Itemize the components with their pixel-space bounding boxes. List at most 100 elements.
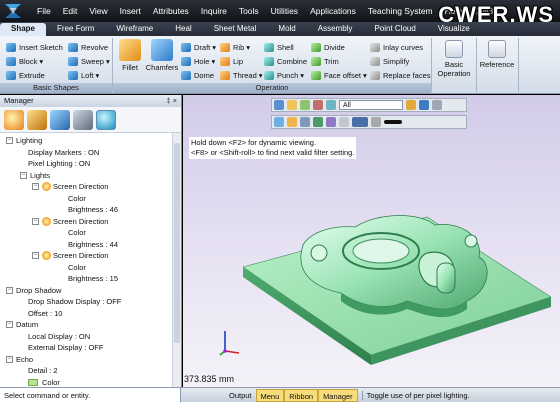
menu-tools[interactable]: Tools: [233, 6, 265, 16]
tab-menu[interactable]: Menu: [255, 388, 285, 402]
app-logo-icon[interactable]: [3, 2, 23, 20]
filter-icon[interactable]: [300, 100, 310, 110]
trim-button[interactable]: Trim: [311, 55, 339, 67]
dome-button[interactable]: Dome: [181, 69, 214, 81]
layer-icon[interactable]: [313, 117, 323, 127]
cube-icon[interactable]: [419, 100, 429, 110]
shaded-icon[interactable]: [406, 100, 416, 110]
view-icon[interactable]: [274, 117, 284, 127]
insert-sketch-button[interactable]: Insert Sketch: [6, 41, 63, 53]
palette-icon[interactable]: [4, 109, 24, 130]
command-prompt[interactable]: Select command or entity.: [0, 387, 181, 402]
tree-node[interactable]: − Echo: [6, 354, 33, 365]
pick-icon[interactable]: [287, 100, 297, 110]
glasses-icon[interactable]: [73, 109, 93, 130]
tree-node[interactable]: Brightness : 46: [68, 204, 118, 215]
tab-ribbon[interactable]: Ribbon: [284, 388, 319, 402]
collapse-toggle-icon[interactable]: −: [32, 217, 39, 225]
fillet-button[interactable]: Fillet: [117, 39, 143, 72]
tab-point-cloud[interactable]: Point Cloud: [363, 23, 426, 36]
menu-attributes[interactable]: Attributes: [147, 6, 195, 16]
face-offset-button[interactable]: Face offset ▾: [311, 69, 367, 81]
chamfers-button[interactable]: Chamfers: [144, 39, 180, 72]
wire-cube-icon[interactable]: [432, 100, 442, 110]
menu-inquire[interactable]: Inquire: [195, 6, 233, 16]
collapse-toggle-icon[interactable]: −: [6, 355, 13, 363]
tree-node[interactable]: − Screen Direction: [32, 250, 108, 261]
menu-insert[interactable]: Insert: [114, 6, 147, 16]
tree-node[interactable]: − Screen Direction: [32, 181, 108, 192]
select-icon[interactable]: [274, 100, 284, 110]
hole-button[interactable]: Hole ▾: [181, 55, 215, 67]
rib-button[interactable]: Rib ▾: [220, 41, 250, 53]
tree-node[interactable]: − Drop Shadow: [6, 285, 61, 296]
tree-node[interactable]: Color: [68, 227, 86, 238]
lip-button[interactable]: Lip: [220, 55, 243, 67]
tab-visualize[interactable]: Visualize: [427, 23, 481, 36]
tab-sheet-metal[interactable]: Sheet Metal: [203, 23, 268, 36]
tree-scrollbar[interactable]: [172, 133, 181, 387]
tab-manager[interactable]: Manager: [318, 388, 358, 402]
draft-button[interactable]: Draft ▾: [181, 41, 216, 53]
menu-view[interactable]: View: [83, 6, 113, 16]
tree-node[interactable]: Local Display : ON: [28, 331, 90, 342]
tree-node[interactable]: Display Markers : ON: [28, 147, 99, 158]
line-weight-icon[interactable]: [384, 120, 402, 124]
tree-node[interactable]: − Lights: [20, 170, 50, 181]
reference-button[interactable]: Reference: [478, 40, 516, 69]
basic-operation-button[interactable]: Basic Operation: [434, 40, 474, 78]
save-view-icon[interactable]: [339, 117, 349, 127]
sweep-button[interactable]: Sweep ▾: [68, 55, 110, 67]
thread-button[interactable]: Thread ▾: [220, 69, 263, 81]
graphics-viewport[interactable]: All Hold down <F2> for dynamic viewing. …: [183, 95, 560, 387]
lighting-icon[interactable]: [96, 109, 116, 130]
tab-shape[interactable]: Shape: [0, 23, 47, 36]
block-button[interactable]: Block ▾: [6, 55, 43, 67]
tab-free-form[interactable]: Free Form: [46, 23, 105, 36]
tree-node[interactable]: Pixel Lighting : ON: [28, 158, 90, 169]
lamp-icon[interactable]: [287, 117, 297, 127]
menu-utilities[interactable]: Utilities: [265, 6, 304, 16]
tab-assembly[interactable]: Assembly: [307, 23, 364, 36]
shell-button[interactable]: Shell: [264, 41, 294, 53]
tree-node[interactable]: Brightness : 44: [68, 239, 118, 250]
collapse-toggle-icon[interactable]: −: [20, 171, 27, 179]
tab-heal[interactable]: Heal: [164, 23, 202, 36]
tree-node[interactable]: External Display : OFF: [28, 342, 103, 353]
menu-teaching-system[interactable]: Teaching System: [362, 6, 439, 16]
tree-node[interactable]: − Lighting: [6, 135, 42, 146]
monitor-icon[interactable]: [352, 117, 368, 127]
loft-button[interactable]: Loft ▾: [68, 69, 99, 81]
tree-node[interactable]: Color: [68, 262, 86, 273]
collapse-toggle-icon[interactable]: −: [6, 321, 13, 328]
tree-node[interactable]: Color: [28, 377, 60, 388]
simplify-button[interactable]: Simplify: [370, 55, 409, 67]
tree-node[interactable]: Detail : 2: [28, 365, 58, 376]
collapse-toggle-icon[interactable]: −: [32, 252, 39, 259]
tree-node[interactable]: Color: [68, 193, 86, 204]
collapse-toggle-icon[interactable]: −: [6, 137, 13, 144]
brush-icon[interactable]: [27, 109, 47, 130]
tab-output[interactable]: Output: [225, 389, 256, 402]
combine-button[interactable]: Combine: [264, 55, 307, 67]
tab-wireframe[interactable]: Wireframe: [105, 23, 164, 36]
color-swatch[interactable]: [28, 378, 38, 386]
panel-pin-close-icon[interactable]: ‡ ×: [166, 95, 181, 107]
tree-node[interactable]: − Screen Direction: [32, 216, 108, 227]
curve-icon[interactable]: [326, 100, 336, 110]
line-style-icon[interactable]: [371, 117, 381, 127]
display-icon[interactable]: [326, 117, 336, 127]
collapse-toggle-icon[interactable]: −: [6, 286, 13, 294]
divide-button[interactable]: Divide: [311, 41, 345, 53]
layers-icon[interactable]: [50, 109, 70, 130]
grid-icon[interactable]: [300, 117, 310, 127]
tree-node[interactable]: Offset : 10: [28, 308, 62, 319]
tree-node[interactable]: Drop Shadow Display : OFF: [28, 296, 121, 307]
menu-file[interactable]: File: [31, 6, 57, 16]
tree-node[interactable]: Brightness : 15: [68, 273, 118, 284]
mold-part-model[interactable]: [231, 205, 551, 365]
revolve-button[interactable]: Revolve: [68, 41, 108, 53]
tree-node[interactable]: − Datum: [6, 319, 38, 330]
scrollbar-thumb[interactable]: [174, 143, 180, 343]
punch-button[interactable]: Punch ▾: [264, 69, 304, 81]
